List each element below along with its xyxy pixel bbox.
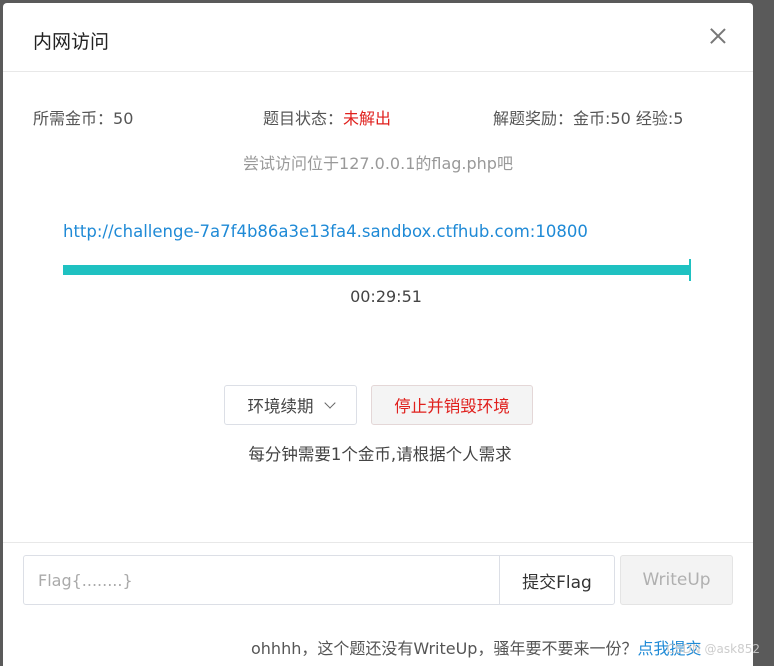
- cost-note: 每分钟需要1个金币,请根据个人需求: [248, 445, 512, 464]
- challenge-status: 题目状态：未解出: [263, 105, 391, 129]
- footer-note: ohhhh，这个题还没有WriteUp，骚年要不要来一份？点我提交: [251, 635, 701, 659]
- required-coins: 所需金币：50: [33, 105, 133, 129]
- solve-reward: 解题奖励：金币:50 经验:5: [493, 109, 684, 128]
- challenge-status-label: 题目状态：: [263, 109, 344, 128]
- required-coins-value: 50: [113, 109, 134, 128]
- flag-input[interactable]: [23, 555, 500, 605]
- required-coins-label: 所需金币：: [33, 109, 114, 128]
- modal-header: 内网访问: [3, 3, 753, 72]
- watermark: CSDN @ask852: [666, 642, 761, 656]
- footer-note-text: ohhhh，这个题还没有WriteUp，骚年要不要来一份？: [251, 639, 638, 658]
- challenge-status-value: 未解出: [343, 109, 392, 128]
- progress-end-marker: [689, 259, 691, 281]
- challenge-hint: 尝试访问位于127.0.0.1的flag.php吧: [243, 154, 513, 173]
- environment-url-link[interactable]: http://challenge-7a7f4b86a3e13fa4.sandbo…: [63, 222, 588, 241]
- destroy-environment-button[interactable]: 停止并销毁环境: [371, 385, 533, 425]
- challenge-modal: 内网访问 所需金币：50 题目状态：未解出 解题奖励：金币:50 经验:5 尝试…: [3, 3, 753, 666]
- chevron-down-icon: [323, 397, 336, 409]
- writeup-button: WriteUp: [620, 555, 733, 605]
- environment-timer: 00:29:51: [350, 287, 422, 306]
- close-icon[interactable]: [707, 25, 729, 47]
- divider: [3, 542, 753, 543]
- modal-title: 内网访问: [33, 31, 110, 53]
- submit-flag-button[interactable]: 提交Flag: [499, 555, 615, 605]
- environment-progress-bar: [63, 265, 691, 275]
- renew-environment-button[interactable]: 环境续期: [224, 385, 357, 425]
- renew-environment-label: 环境续期: [247, 397, 314, 416]
- environment-progress-fill: [63, 265, 691, 275]
